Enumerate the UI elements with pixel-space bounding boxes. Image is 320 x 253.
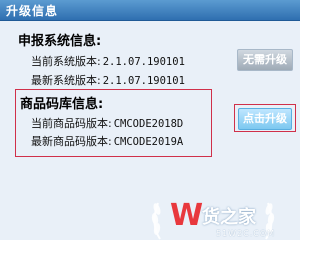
watermark-subtext: 51W2C.COM	[216, 229, 276, 238]
window-title: 升级信息	[6, 4, 59, 18]
upgrade-info-panel: 申报系统信息: 当前系统版本: 2.1.07.190101 最新系统版本: 2.1.…	[0, 21, 300, 240]
current-system-version-row: 当前系统版本: 2.1.07.190101	[31, 53, 185, 69]
watermark-text: 货之家	[202, 207, 256, 228]
declare-system-heading: 申报系统信息:	[18, 34, 102, 49]
no-upgrade-needed-button[interactable]: 无需升级	[237, 49, 293, 71]
current-system-version-value: 2.1.07.190101	[102, 56, 185, 68]
logo-letter: W	[170, 198, 203, 233]
upgrade-button-highlight-box	[234, 104, 296, 132]
current-system-version-label: 当前系统版本:	[31, 55, 101, 68]
latest-system-version-label: 最新系统版本:	[31, 74, 101, 87]
latest-system-version-row: 最新系统版本: 2.1.07.190101	[31, 72, 185, 88]
window-titlebar: 升级信息	[0, 0, 300, 21]
product-code-highlight-box	[15, 89, 212, 157]
latest-system-version-value: 2.1.07.190101	[102, 75, 185, 87]
watermark-logo: W 货之家 51W2C.COM	[148, 189, 298, 249]
